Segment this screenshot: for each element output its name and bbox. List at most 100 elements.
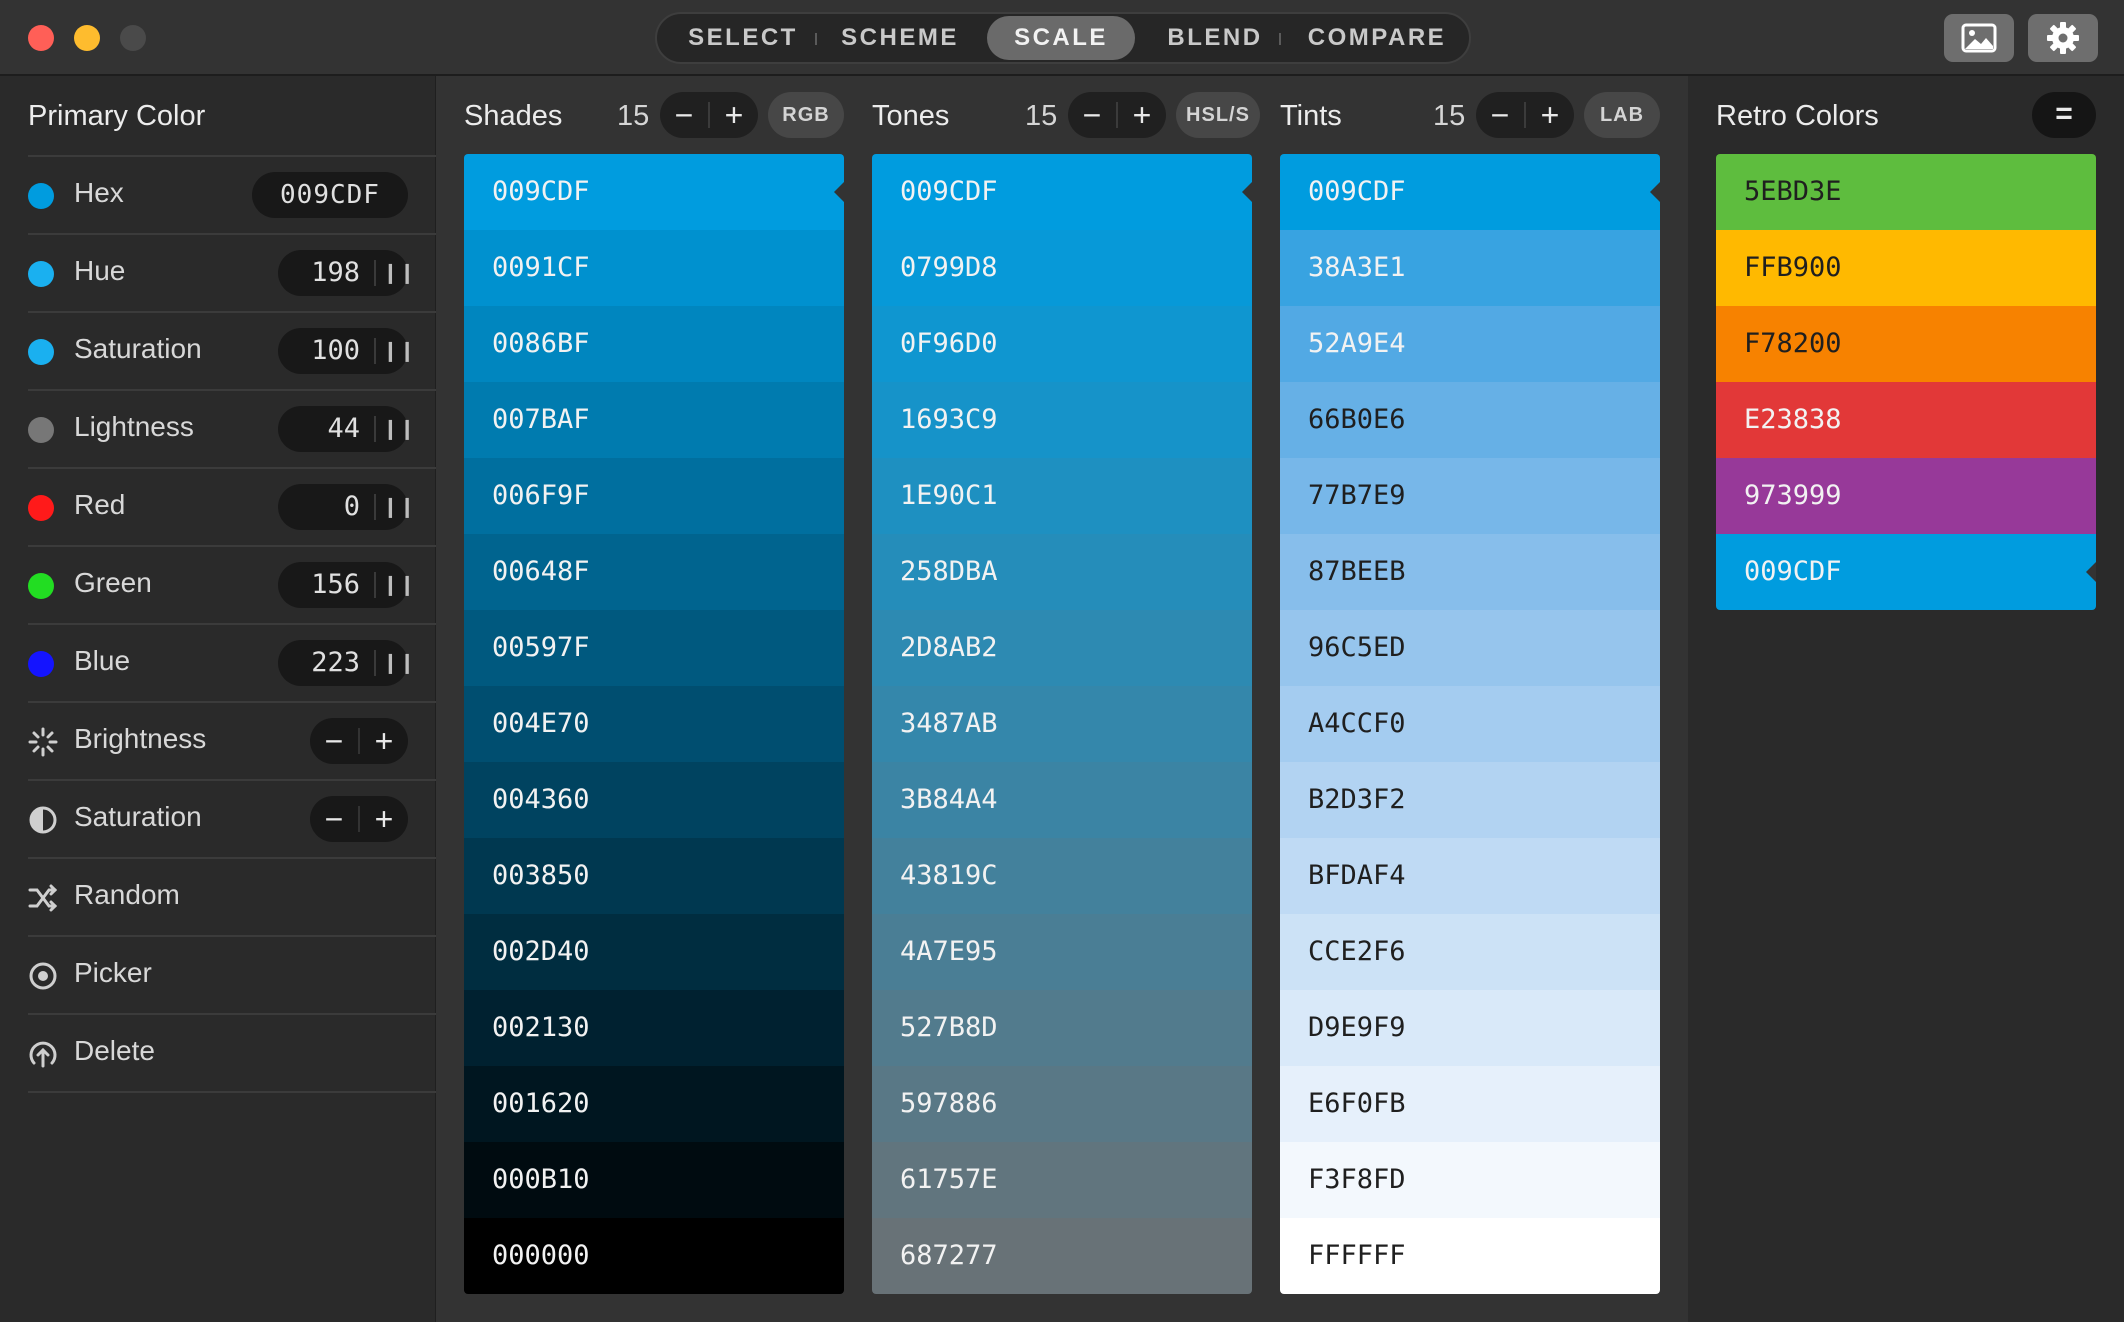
shades-swatch[interactable]: 001620 (464, 1066, 844, 1142)
tints-swatch[interactable]: F3F8FD (1280, 1142, 1660, 1218)
tones-swatch[interactable]: 009CDF (872, 154, 1252, 230)
field-divider (374, 650, 376, 676)
shades-mode-button[interactable]: RGB (768, 92, 844, 138)
tones-swatch[interactable]: 4A7E95 (872, 914, 1252, 990)
zoom-window-button[interactable] (120, 25, 146, 51)
shades-swatch[interactable]: 0091CF (464, 230, 844, 306)
shades-swatch[interactable]: 003850 (464, 838, 844, 914)
tones-swatch[interactable]: 527B8D (872, 990, 1252, 1066)
picker-row[interactable]: Picker (28, 935, 436, 1013)
tab-select[interactable]: SELECT (669, 16, 817, 60)
retro-swatch[interactable]: F78200 (1716, 306, 2096, 382)
shades-swatch[interactable]: 000B10 (464, 1142, 844, 1218)
tab-scale[interactable]: SCALE (987, 16, 1135, 60)
retro-swatch[interactable]: 973999 (1716, 458, 2096, 534)
tints-swatch[interactable]: 66B0E6 (1280, 382, 1660, 458)
shades-swatch[interactable]: 00597F (464, 610, 844, 686)
retro-menu-button[interactable]: = (2032, 92, 2096, 138)
shades-swatch[interactable]: 000000 (464, 1218, 844, 1294)
shades-swatch[interactable]: 004E70 (464, 686, 844, 762)
random-row[interactable]: Random (28, 857, 436, 935)
hue-value-field[interactable]: 198 ❙❙ (278, 250, 416, 296)
tints-increase-button[interactable]: + (1526, 92, 1574, 138)
blue-value[interactable]: 223 (278, 640, 360, 686)
tints-swatch[interactable]: 38A3E1 (1280, 230, 1660, 306)
tints-swatch[interactable]: B2D3F2 (1280, 762, 1660, 838)
tones-swatch[interactable]: 0F96D0 (872, 306, 1252, 382)
tones-decrease-button[interactable]: − (1068, 92, 1116, 138)
retro-swatch[interactable]: E23838 (1716, 382, 2096, 458)
red-value[interactable]: 0 (278, 484, 360, 530)
tints-swatch[interactable]: CCE2F6 (1280, 914, 1660, 990)
brightness-increase-button[interactable]: + (360, 718, 408, 764)
close-window-button[interactable] (28, 25, 54, 51)
slider-handle-icon[interactable]: ❙❙ (382, 406, 416, 452)
lightness-value-field[interactable]: 44 ❙❙ (278, 406, 416, 452)
minimize-window-button[interactable] (74, 25, 100, 51)
tints-swatch[interactable]: D9E9F9 (1280, 990, 1660, 1066)
tones-swatch[interactable]: 43819C (872, 838, 1252, 914)
tab-blend[interactable]: BLEND (1141, 16, 1289, 60)
tints-swatch[interactable]: BFDAF4 (1280, 838, 1660, 914)
retro-swatch[interactable]: 009CDF (1716, 534, 2096, 610)
shades-swatch[interactable]: 006F9F (464, 458, 844, 534)
hue-value[interactable]: 198 (278, 250, 360, 296)
shades-swatch[interactable]: 002D40 (464, 914, 844, 990)
tones-swatch[interactable]: 258DBA (872, 534, 1252, 610)
slider-handle-icon[interactable]: ❙❙ (382, 250, 416, 296)
shades-swatch[interactable]: 004360 (464, 762, 844, 838)
shades-decrease-button[interactable]: − (660, 92, 708, 138)
tones-mode-button[interactable]: HSL/S (1176, 92, 1260, 138)
hex-input[interactable]: 009CDF (252, 172, 408, 218)
blue-value-field[interactable]: 223 ❙❙ (278, 640, 416, 686)
tints-swatch[interactable]: 96C5ED (1280, 610, 1660, 686)
tones-swatch[interactable]: 2D8AB2 (872, 610, 1252, 686)
retro-swatch[interactable]: FFB900 (1716, 230, 2096, 306)
tones-increase-button[interactable]: + (1118, 92, 1166, 138)
slider-handle-icon[interactable]: ❙❙ (382, 562, 416, 608)
red-value-field[interactable]: 0 ❙❙ (278, 484, 416, 530)
shades-swatch[interactable]: 00648F (464, 534, 844, 610)
tones-swatch[interactable]: 3487AB (872, 686, 1252, 762)
lightness-value[interactable]: 44 (278, 406, 360, 452)
shades-increase-button[interactable]: + (710, 92, 758, 138)
green-value-field[interactable]: 156 ❙❙ (278, 562, 416, 608)
tints-swatch[interactable]: 52A9E4 (1280, 306, 1660, 382)
tints-mode-button[interactable]: LAB (1584, 92, 1660, 138)
saturation-increase-button[interactable]: + (360, 796, 408, 842)
tints-swatch[interactable]: E6F0FB (1280, 1066, 1660, 1142)
slider-handle-icon[interactable]: ❙❙ (382, 328, 416, 374)
tints-swatch[interactable]: 87BEEB (1280, 534, 1660, 610)
slider-handle-icon[interactable]: ❙❙ (382, 484, 416, 530)
slider-handle-icon[interactable]: ❙❙ (382, 640, 416, 686)
tones-swatch[interactable]: 0799D8 (872, 230, 1252, 306)
tones-swatch[interactable]: 3B84A4 (872, 762, 1252, 838)
swatch-hex-label: 009CDF (1308, 176, 1406, 207)
brightness-decrease-button[interactable]: − (310, 718, 358, 764)
tints-decrease-button[interactable]: − (1476, 92, 1524, 138)
green-value[interactable]: 156 (278, 562, 360, 608)
tones-swatch[interactable]: 687277 (872, 1218, 1252, 1294)
tints-swatch[interactable]: 77B7E9 (1280, 458, 1660, 534)
saturation-value[interactable]: 100 (278, 328, 360, 374)
tints-swatch[interactable]: FFFFFF (1280, 1218, 1660, 1294)
shades-swatch[interactable]: 007BAF (464, 382, 844, 458)
shades-swatch[interactable]: 002130 (464, 990, 844, 1066)
saturation-value-field[interactable]: 100 ❙❙ (278, 328, 416, 374)
settings-button[interactable] (2028, 14, 2098, 62)
shades-swatch[interactable]: 0086BF (464, 306, 844, 382)
shades-swatch[interactable]: 009CDF (464, 154, 844, 230)
tones-swatch[interactable]: 61757E (872, 1142, 1252, 1218)
swatch-hex-label: 00597F (492, 632, 590, 663)
tints-swatch[interactable]: A4CCF0 (1280, 686, 1660, 762)
image-button[interactable] (1944, 14, 2014, 62)
retro-swatch[interactable]: 5EBD3E (1716, 154, 2096, 230)
tab-scheme[interactable]: SCHEME (819, 16, 981, 60)
tints-swatch[interactable]: 009CDF (1280, 154, 1660, 230)
tab-compare[interactable]: COMPARE (1293, 16, 1461, 60)
tones-swatch[interactable]: 1E90C1 (872, 458, 1252, 534)
saturation-decrease-button[interactable]: − (310, 796, 358, 842)
delete-row[interactable]: Delete (28, 1013, 436, 1091)
tones-swatch[interactable]: 597886 (872, 1066, 1252, 1142)
tones-swatch[interactable]: 1693C9 (872, 382, 1252, 458)
